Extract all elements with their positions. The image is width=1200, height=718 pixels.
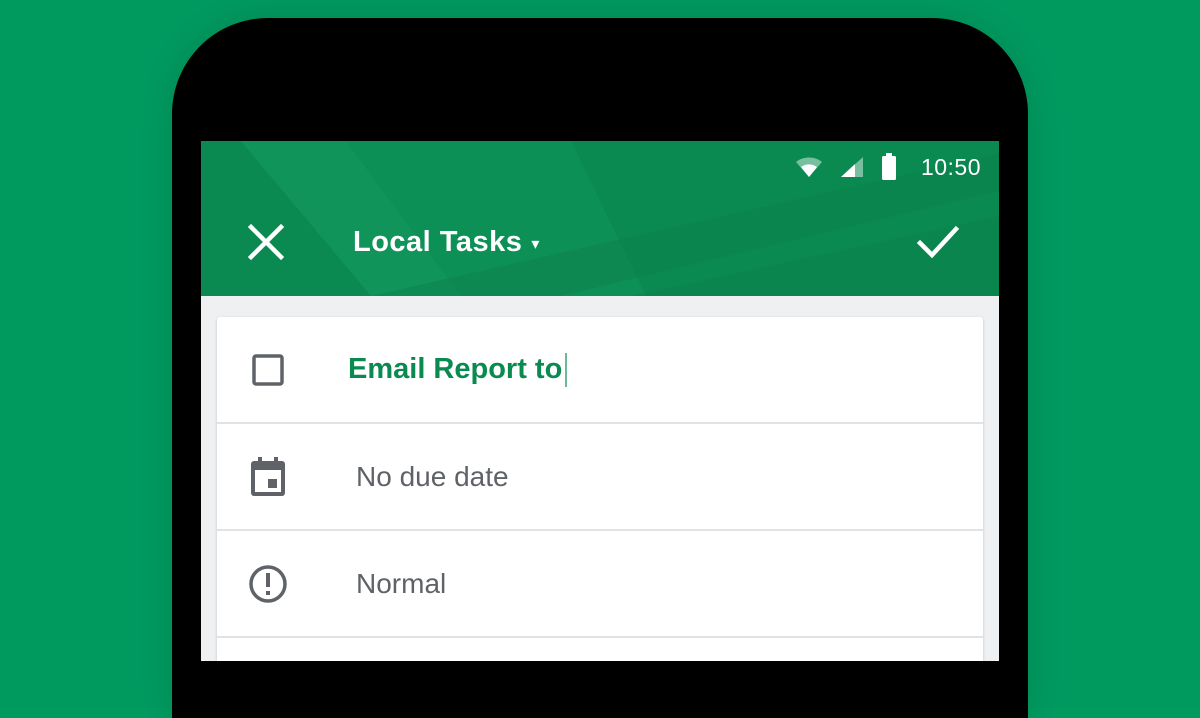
signal-icon [840,157,863,177]
check-icon [916,225,960,259]
battery-icon [881,153,896,180]
dropdown-caret-icon: ▾ [531,235,540,253]
task-title-text: Email Report to [348,353,563,385]
list-selector-dropdown[interactable]: Local Tasks ▾ [353,226,540,259]
priority-label: Normal [356,567,447,599]
save-task-button[interactable] [915,219,961,265]
wifi-icon [795,157,822,177]
text-cursor [565,352,568,387]
list-title: Local Tasks [353,226,523,258]
priority-row[interactable]: Normal [217,531,983,638]
app-bar: 10:50 Local Tasks ▾ [201,141,999,296]
task-form-card: Email Report to No due date Normal [217,317,983,661]
status-time: 10:50 [920,153,981,180]
priority-alert-icon [249,564,287,603]
checkbox-icon[interactable] [247,349,289,391]
close-button[interactable] [245,221,287,263]
due-date-label: No due date [356,460,509,492]
calendar-icon [251,456,285,496]
app-screen: 10:50 Local Tasks ▾ Email Report to No d… [201,141,999,661]
status-bar: 10:50 [795,151,981,183]
task-title-row: Email Report to [217,317,983,424]
close-icon [247,223,285,261]
task-title-input[interactable]: Email Report to [348,352,908,387]
due-date-row[interactable]: No due date [217,424,983,531]
